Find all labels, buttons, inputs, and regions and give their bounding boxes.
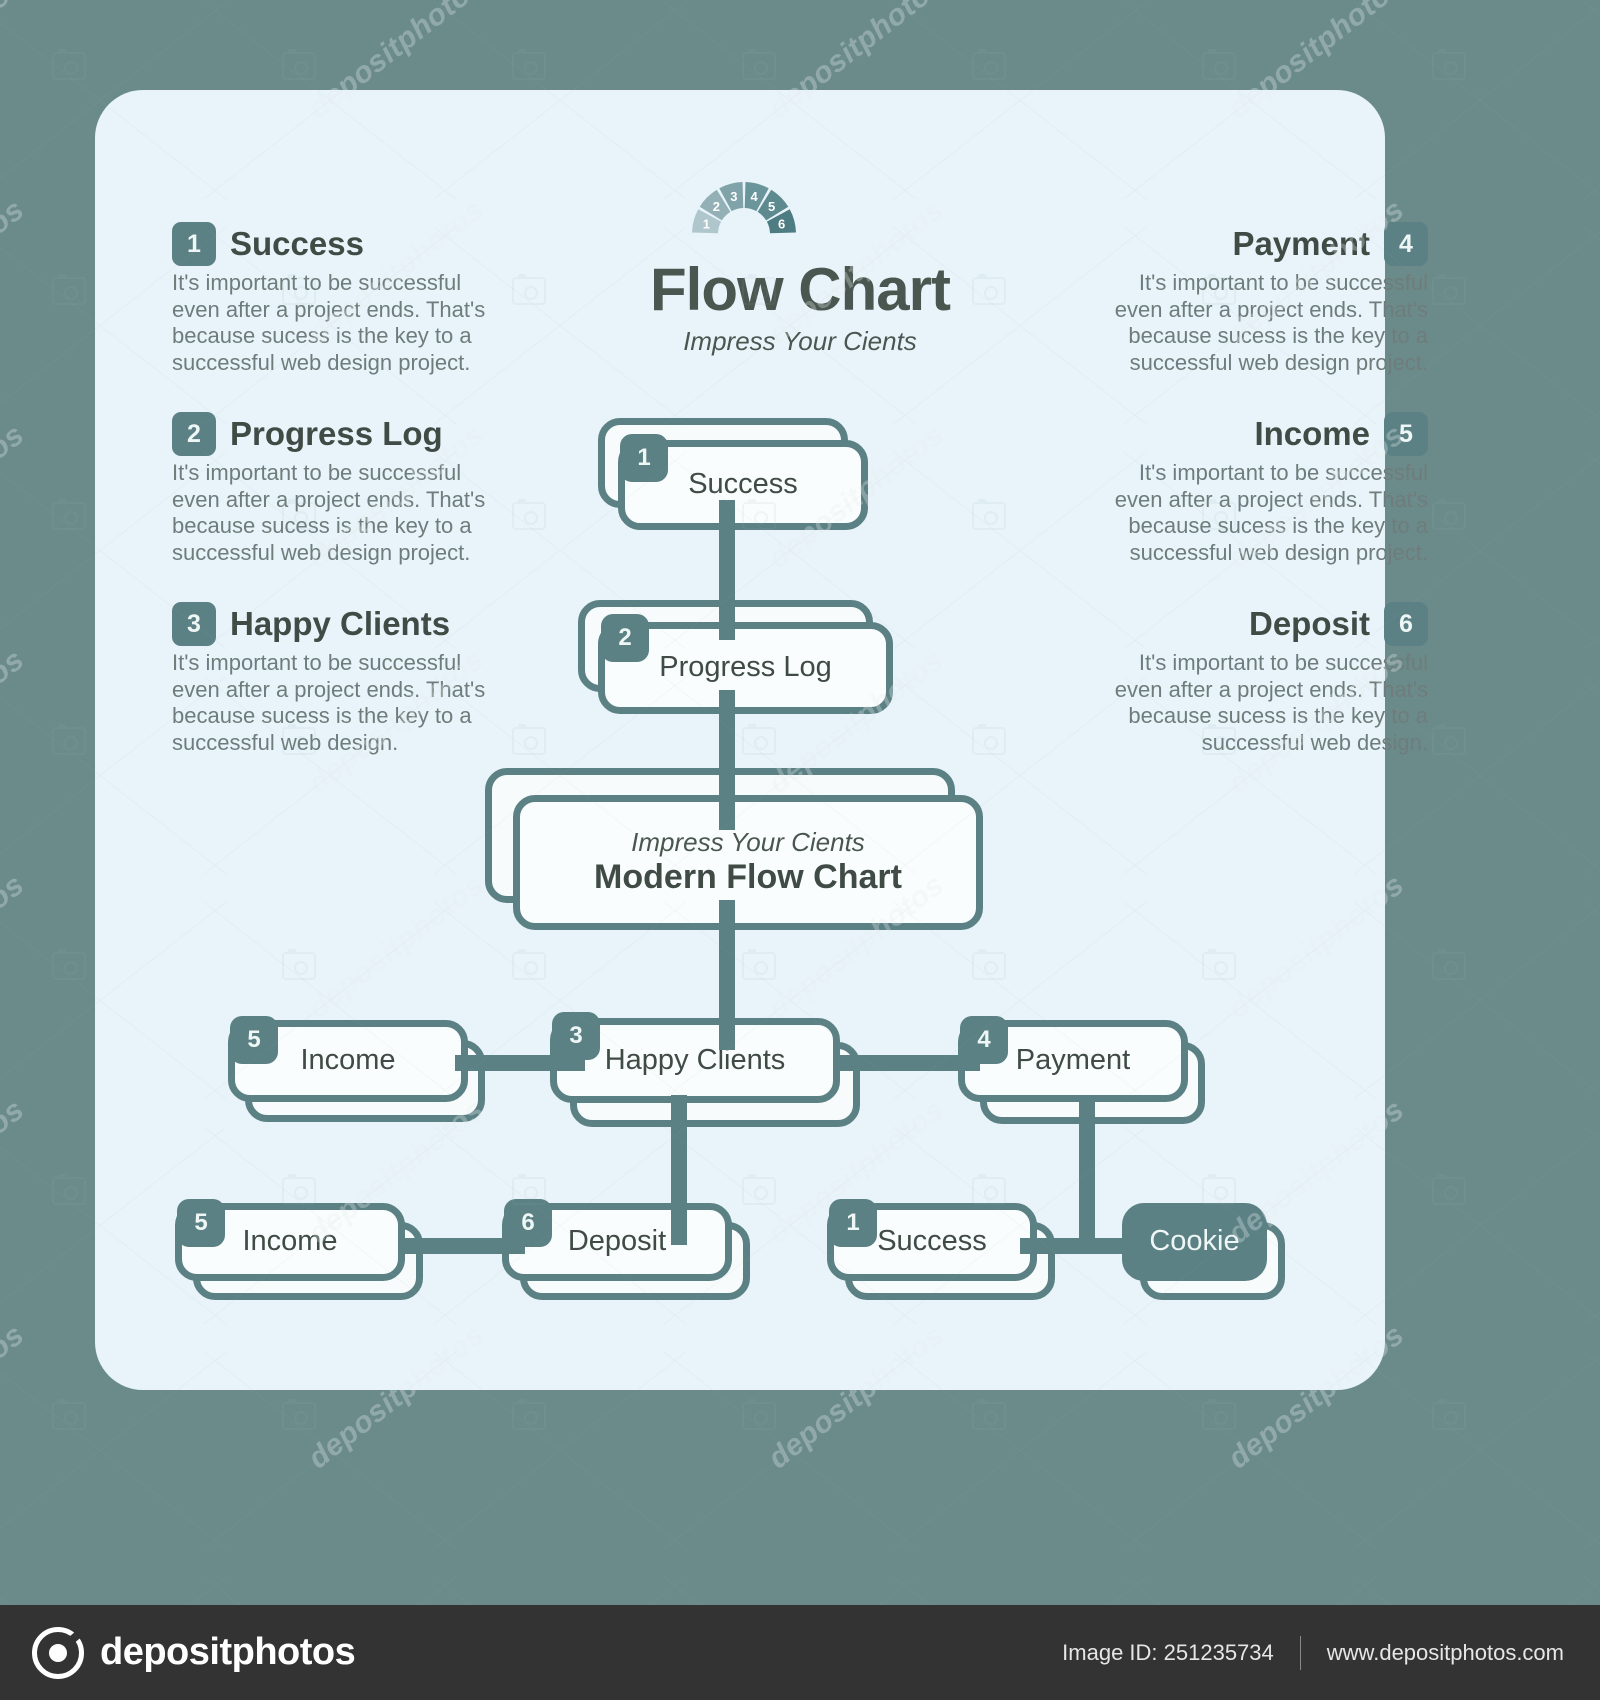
depositphotos-logo: depositphotos — [32, 1626, 356, 1679]
edge-progress-to-main — [719, 690, 735, 830]
node-number-badge: 2 — [601, 614, 649, 662]
node-label: Progress Log — [659, 651, 832, 684]
camera-lens-icon — [32, 1626, 84, 1679]
footer-meta: Image ID: 251235734 www.depositphotos.co… — [1062, 1635, 1564, 1670]
footer-bar: depositphotos Image ID: 251235734 www.de… — [0, 1605, 1600, 1700]
footer-brand-name: depositphotos — [100, 1631, 356, 1673]
footer-divider — [1299, 1635, 1301, 1670]
node-label: Income — [300, 1044, 396, 1077]
footer-website: www.depositphotos.com — [1326, 1639, 1564, 1665]
node-label: Payment — [1015, 1044, 1131, 1077]
node-label: Cookie — [1149, 1225, 1240, 1258]
node-face[interactable]: Impress Your Cients Modern Flow Chart — [513, 795, 983, 930]
node-sublabel: Impress Your Cients — [631, 827, 865, 857]
edge-payment-to-success — [1079, 1095, 1095, 1245]
node-number-badge: 1 — [620, 434, 668, 482]
edge-happy-to-payment — [840, 1055, 980, 1071]
node-number-badge: 3 — [552, 1012, 600, 1060]
node-label: Happy Clients — [604, 1043, 786, 1076]
edge-success-to-progress — [719, 500, 735, 640]
node-label: Success — [688, 468, 798, 501]
node-maintitle: Modern Flow Chart — [594, 857, 902, 896]
edge-main-to-happy — [719, 900, 735, 1050]
footer-image-id: Image ID: 251235734 — [1062, 1639, 1274, 1665]
node-number-badge: 5 — [230, 1016, 278, 1064]
node-label: Income — [242, 1225, 338, 1258]
edge-income-to-happy — [455, 1055, 585, 1071]
edge-income2-to-deposit — [405, 1238, 525, 1254]
flow-diagram: Success 1 Progress Log 2 Impress Your Ci… — [0, 0, 1600, 1700]
node-number-badge: 1 — [829, 1199, 877, 1247]
node-label: Deposit — [567, 1225, 667, 1258]
node-number-badge: 5 — [177, 1199, 225, 1247]
edge-success-to-cookie — [1020, 1238, 1150, 1254]
node-label: Impress Your Cients Modern Flow Chart — [594, 827, 902, 897]
edge-happy-to-deposit — [671, 1095, 687, 1245]
node-label: Success — [877, 1225, 987, 1258]
